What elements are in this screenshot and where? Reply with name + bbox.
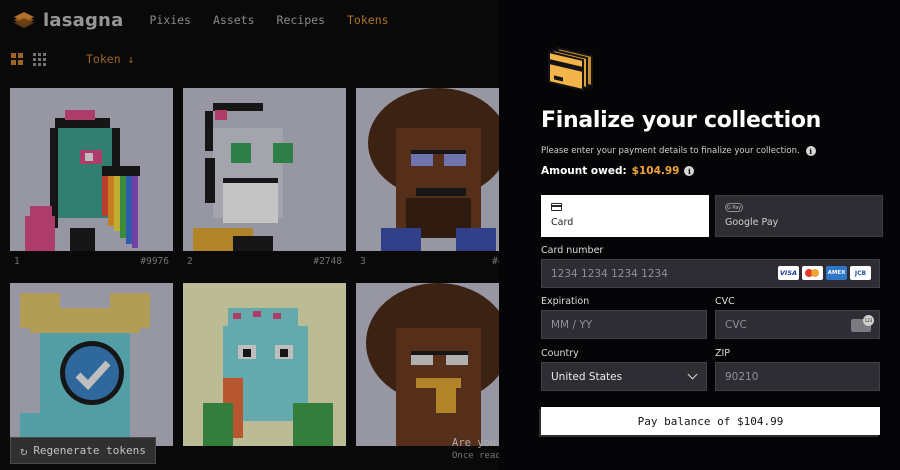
- token-card[interactable]: 3 #440: [356, 88, 499, 271]
- token-index: 1: [14, 255, 20, 267]
- tab-card-label: Card: [551, 217, 574, 228]
- nav-assets[interactable]: Assets: [213, 13, 255, 27]
- zip-placeholder: 90210: [725, 370, 759, 383]
- card-icon: [551, 203, 562, 211]
- token-image: [10, 283, 173, 446]
- token-image: [356, 283, 499, 446]
- chevron-down-icon: [687, 369, 698, 380]
- pay-balance-button[interactable]: Pay balance of $104.99: [541, 407, 880, 435]
- amount-owed-value: $104.99: [631, 165, 680, 177]
- expiration-label: Expiration: [541, 296, 590, 307]
- card-number-input[interactable]: 1234 1234 1234 1234 VISA AMEX JCB: [541, 259, 880, 288]
- google-pay-icon: G Pay: [725, 203, 743, 212]
- nav-recipes[interactable]: Recipes: [277, 13, 325, 27]
- finalize-prompt: Are you Once ready: [452, 437, 499, 463]
- token-id: #2748: [313, 255, 342, 267]
- expiration-placeholder: MM / YY: [551, 318, 593, 331]
- top-nav: lasagna Pixies Assets Recipes Tokens: [12, 6, 389, 34]
- sort-by-token[interactable]: Token ↓: [86, 52, 134, 66]
- info-icon[interactable]: i: [684, 166, 695, 176]
- card-number-placeholder: 1234 1234 1234 1234: [551, 267, 668, 280]
- info-icon[interactable]: i: [805, 146, 816, 156]
- token-index: 2: [187, 255, 193, 267]
- checkout-subtitle-text: Please enter your payment details to fin…: [541, 146, 800, 156]
- visa-icon: VISA: [778, 266, 799, 280]
- finalize-prompt-title: Are you: [452, 437, 497, 449]
- cvc-input[interactable]: CVC: [715, 310, 880, 339]
- regenerate-label: Regenerate tokens: [33, 444, 146, 457]
- amount-owed-label: Amount owed:: [541, 165, 627, 177]
- logo-text: lasagna: [43, 9, 124, 31]
- gallery-toolbar: Token ↓: [11, 52, 134, 66]
- card-brand-logos: VISA AMEX JCB: [778, 266, 871, 280]
- amount-owed: Amount owed: $104.99 i: [541, 165, 695, 177]
- lasagna-logo-icon: [14, 12, 34, 28]
- cvc-card-icon: [851, 315, 874, 332]
- zip-label: ZIP: [715, 348, 731, 359]
- token-image: [183, 88, 346, 251]
- token-gallery: lasagna Pixies Assets Recipes Tokens Tok…: [0, 0, 499, 470]
- checkout-title: Finalize your collection: [541, 108, 822, 133]
- cvc-placeholder: CVC: [725, 318, 747, 331]
- expiration-input[interactable]: MM / YY: [541, 310, 707, 339]
- payment-cards-icon: [548, 46, 593, 92]
- card-number-label: Card number: [541, 245, 604, 256]
- tab-google-pay-label: Google Pay: [725, 217, 779, 228]
- mastercard-icon: [802, 266, 823, 280]
- jcb-icon: JCB: [850, 266, 871, 280]
- amex-icon: AMEX: [826, 266, 847, 280]
- payment-method-tabs: Card G Pay Google Pay: [541, 195, 883, 237]
- token-id: #9976: [140, 255, 169, 267]
- logo[interactable]: lasagna: [12, 10, 123, 31]
- country-select[interactable]: United States: [541, 362, 707, 391]
- nav-tokens[interactable]: Tokens: [347, 13, 389, 27]
- token-id: #440: [492, 255, 499, 267]
- token-card[interactable]: 2 #2748: [183, 88, 346, 271]
- token-image: [10, 88, 173, 251]
- regenerate-tokens-button[interactable]: ↻ Regenerate tokens: [10, 437, 156, 464]
- zip-input[interactable]: 90210: [715, 362, 880, 391]
- token-image: [183, 283, 346, 446]
- large-grid-view-icon[interactable]: [11, 53, 23, 65]
- small-grid-view-icon[interactable]: [33, 52, 46, 66]
- country-value: United States: [551, 370, 623, 383]
- token-card[interactable]: [183, 283, 346, 466]
- cvc-label: CVC: [715, 296, 735, 307]
- tab-google-pay[interactable]: G Pay Google Pay: [715, 195, 883, 237]
- tab-card[interactable]: Card: [541, 195, 709, 237]
- token-image: [356, 88, 499, 251]
- checkout-subtitle: Please enter your payment details to fin…: [541, 146, 816, 156]
- token-grid: 1 #9976 2 #2748 3 #: [10, 88, 499, 466]
- nav-pixies[interactable]: Pixies: [149, 13, 191, 27]
- refresh-icon: ↻: [20, 443, 28, 458]
- token-card[interactable]: 1 #9976: [10, 88, 173, 271]
- finalize-prompt-sub: Once ready: [452, 451, 499, 461]
- country-label: Country: [541, 348, 579, 359]
- token-index: 3: [360, 255, 366, 267]
